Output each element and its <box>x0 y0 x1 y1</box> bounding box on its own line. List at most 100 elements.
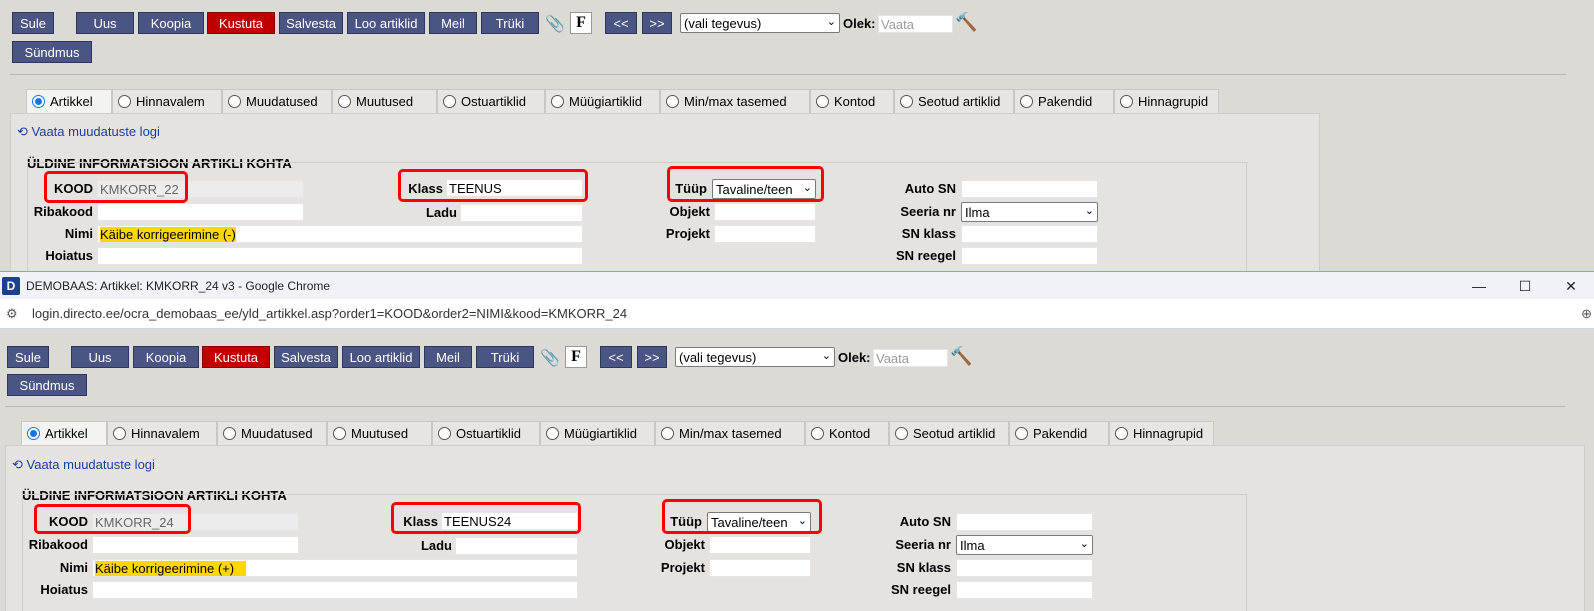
tab-8[interactable]: Seotud artiklid <box>894 89 1014 113</box>
minimize-icon[interactable]: — <box>1456 272 1502 300</box>
url-text[interactable]: login.directo.ee/ocra_demobaas_ee/yld_ar… <box>32 306 627 321</box>
tab-0[interactable]: Artikkel <box>21 421 107 445</box>
tab-7[interactable]: Kontod <box>805 421 889 445</box>
snreegel-input[interactable] <box>956 581 1093 599</box>
prev-button[interactable]: << <box>600 346 632 368</box>
paperclip-icon[interactable]: 📎 <box>544 12 566 34</box>
event-button[interactable]: Sündmus <box>12 41 92 63</box>
next-button[interactable]: >> <box>642 12 672 34</box>
projekt-input[interactable] <box>714 225 816 243</box>
delete-button[interactable]: Kustuta <box>207 12 275 34</box>
radio-icon[interactable] <box>338 95 351 108</box>
hammer-icon[interactable]: 🔨 <box>950 346 972 367</box>
radio-icon[interactable] <box>1115 427 1128 440</box>
radio-icon[interactable] <box>118 95 131 108</box>
tuup-select[interactable]: Tavaline/teen ⌄ <box>712 179 816 199</box>
view-log-link[interactable]: ⟲ Vaata muudatuste logi <box>17 124 160 140</box>
nimi-input[interactable]: Käibe korrigeerimine (+) <box>92 559 578 577</box>
radio-icon[interactable] <box>895 427 908 440</box>
tab-6[interactable]: Min/max tasemed <box>660 89 810 113</box>
new-button[interactable]: Uus <box>71 346 129 368</box>
ribakood-input[interactable] <box>92 536 299 554</box>
prev-button[interactable]: << <box>605 12 637 34</box>
delete-button[interactable]: Kustuta <box>202 346 270 368</box>
mail-button[interactable]: Meil <box>424 346 472 368</box>
ladu-input[interactable] <box>460 204 583 222</box>
tab-0[interactable]: Artikkel <box>26 89 112 113</box>
hoiatus-input[interactable] <box>97 247 583 265</box>
tab-1[interactable]: Hinnavalem <box>107 421 217 445</box>
tab-2[interactable]: Muudatused <box>222 89 332 113</box>
radio-icon[interactable] <box>32 95 45 108</box>
snklass-input[interactable] <box>956 559 1093 577</box>
radio-icon[interactable] <box>1020 95 1033 108</box>
copy-button[interactable]: Koopia <box>133 346 199 368</box>
tab-1[interactable]: Hinnavalem <box>112 89 222 113</box>
tuup-select[interactable]: Tavaline/teen ⌄ <box>707 512 811 532</box>
radio-icon[interactable] <box>228 95 241 108</box>
snklass-input[interactable] <box>961 225 1098 243</box>
ribakood-input[interactable] <box>97 203 304 221</box>
tab-6[interactable]: Min/max tasemed <box>655 421 805 445</box>
f-button[interactable]: F <box>565 346 587 368</box>
close-button[interactable]: Sule <box>12 12 54 34</box>
action-select[interactable]: (vali tegevus) ⌄ <box>675 347 835 367</box>
objekt-input[interactable] <box>714 203 816 221</box>
f-button[interactable]: F <box>570 12 592 34</box>
close-icon[interactable]: ✕ <box>1548 272 1594 300</box>
print-button[interactable]: Trüki <box>481 12 539 34</box>
hammer-icon[interactable]: 🔨 <box>955 12 977 33</box>
status-input[interactable]: Vaata <box>878 15 953 33</box>
site-settings-icon[interactable]: ⚙ <box>6 306 22 322</box>
radio-icon[interactable] <box>1015 427 1028 440</box>
status-input[interactable]: Vaata <box>873 349 948 367</box>
copy-button[interactable]: Koopia <box>138 12 204 34</box>
objekt-input[interactable] <box>709 536 811 554</box>
radio-icon[interactable] <box>1120 95 1133 108</box>
radio-icon[interactable] <box>27 427 40 440</box>
paperclip-icon[interactable]: 📎 <box>539 346 561 368</box>
snreegel-input[interactable] <box>961 247 1098 265</box>
maximize-icon[interactable]: ☐ <box>1502 272 1548 300</box>
event-button[interactable]: Sündmus <box>7 374 87 396</box>
radio-icon[interactable] <box>546 427 559 440</box>
radio-icon[interactable] <box>666 95 679 108</box>
radio-icon[interactable] <box>900 95 913 108</box>
tab-3[interactable]: Muutused <box>332 89 437 113</box>
radio-icon[interactable] <box>438 427 451 440</box>
klass-input[interactable]: TEENUS <box>446 179 583 197</box>
save-button[interactable]: Salvesta <box>279 12 343 34</box>
radio-icon[interactable] <box>223 427 236 440</box>
next-button[interactable]: >> <box>637 346 667 368</box>
tab-3[interactable]: Muutused <box>327 421 432 445</box>
radio-icon[interactable] <box>661 427 674 440</box>
address-bar[interactable]: ⚙ login.directo.ee/ocra_demobaas_ee/yld_… <box>0 299 1594 329</box>
close-button[interactable]: Sule <box>7 346 49 368</box>
radio-icon[interactable] <box>333 427 346 440</box>
tab-4[interactable]: Ostuartiklid <box>437 89 545 113</box>
tab-2[interactable]: Muudatused <box>217 421 327 445</box>
save-button[interactable]: Salvesta <box>274 346 338 368</box>
radio-icon[interactable] <box>816 95 829 108</box>
radio-icon[interactable] <box>113 427 126 440</box>
radio-icon[interactable] <box>443 95 456 108</box>
zoom-icon[interactable]: ⊕ <box>1581 306 1592 322</box>
tab-5[interactable]: Müügiartiklid <box>540 421 655 445</box>
autosn-input[interactable] <box>956 513 1093 531</box>
tab-7[interactable]: Kontod <box>810 89 894 113</box>
seeria-select[interactable]: Ilma ⌄ <box>961 202 1098 222</box>
kood-input[interactable]: KMKORR_22 <box>97 180 304 198</box>
action-select[interactable]: (vali tegevus) ⌄ <box>680 13 840 33</box>
tab-8[interactable]: Seotud artiklid <box>889 421 1009 445</box>
tab-9[interactable]: Pakendid <box>1009 421 1109 445</box>
ladu-input[interactable] <box>455 537 578 555</box>
tab-5[interactable]: Müügiartiklid <box>545 89 660 113</box>
mail-button[interactable]: Meil <box>429 12 477 34</box>
radio-icon[interactable] <box>811 427 824 440</box>
create-article-button[interactable]: Loo artiklid <box>342 346 420 368</box>
projekt-input[interactable] <box>709 559 811 577</box>
create-article-button[interactable]: Loo artiklid <box>347 12 425 34</box>
hoiatus-input[interactable] <box>92 581 578 599</box>
print-button[interactable]: Trüki <box>476 346 534 368</box>
tab-9[interactable]: Pakendid <box>1014 89 1114 113</box>
